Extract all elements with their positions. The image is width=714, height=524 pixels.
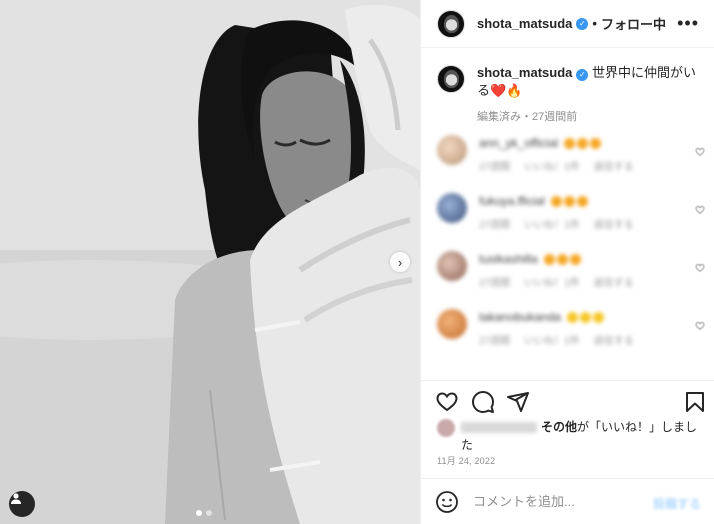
comment-composer: 投稿する: [421, 478, 714, 524]
user-tag-button[interactable]: [9, 491, 35, 517]
verified-icon: ✓: [576, 69, 589, 81]
following-button[interactable]: フォロー中: [601, 14, 666, 33]
comment-item: fukuya.fficial 27週間 いいね！1件 返信する: [437, 193, 707, 251]
avatar[interactable]: [437, 135, 467, 165]
comment-emoji: [543, 253, 581, 265]
post-side-panel: shota_matsuda ✓ • フォロー中 ••• shota_matsud…: [420, 0, 714, 524]
avatar[interactable]: [437, 309, 467, 339]
comment-username[interactable]: ann_yk_official: [479, 136, 558, 150]
more-icon[interactable]: •••: [677, 14, 699, 32]
verified-icon: ✓: [576, 17, 589, 30]
comment-item: tusikashilla 27週間 いいね！1件 返信する: [437, 251, 707, 309]
post-comment-button[interactable]: 投稿する: [653, 495, 701, 512]
reply-link[interactable]: 返信する: [594, 216, 634, 231]
comment-body: ann_yk_official 27週間 いいね！1件 返信する: [479, 135, 634, 193]
post-header: shota_matsuda ✓ • フォロー中 •••: [421, 0, 714, 48]
comment-input[interactable]: [473, 494, 643, 509]
post-caption: shota_matsuda ✓ 世界中に仲間がいる❤️🔥 編集済み・27週間前: [437, 64, 707, 126]
comment-list: ann_yk_official 27週間 いいね！1件 返信する fukuya.ffic…: [437, 135, 707, 367]
caption-avatar[interactable]: [437, 65, 465, 93]
heart-icon[interactable]: [435, 390, 459, 414]
reply-link[interactable]: 返信する: [594, 158, 634, 173]
post-date: 11月 24, 2022: [437, 456, 496, 466]
comment-username[interactable]: takanobukanda: [479, 310, 561, 324]
comment-meta[interactable]: いいね！1件: [524, 158, 580, 173]
comment-emoji: [567, 311, 605, 323]
avatar[interactable]: [437, 251, 467, 281]
comment-meta: 27週間: [479, 220, 511, 231]
chevron-right-icon: ›: [397, 254, 403, 270]
comment-emoji: [550, 195, 588, 207]
comment-body: fukuya.fficial 27週間 いいね！1件 返信する: [479, 193, 634, 251]
header-separator: •: [592, 16, 597, 31]
likes-others-link[interactable]: その他: [541, 420, 577, 434]
liker-name-blurred[interactable]: [461, 422, 537, 434]
post-photo[interactable]: ›: [0, 0, 420, 524]
photo-illustration: [0, 0, 420, 524]
user-tag-icon: [11, 493, 21, 504]
comment-heart-icon[interactable]: [695, 147, 705, 157]
divider: [421, 380, 714, 381]
comment-icon[interactable]: [471, 390, 495, 414]
avatar[interactable]: [437, 193, 467, 223]
share-icon[interactable]: [506, 390, 530, 414]
comment-meta[interactable]: いいね！1件: [524, 216, 580, 231]
likes-text: その他が「いいね！」しました: [461, 418, 709, 454]
carousel-indicator: [196, 510, 212, 516]
likes-summary: その他が「いいね！」しました: [437, 418, 709, 454]
reply-link[interactable]: 返信する: [594, 332, 634, 347]
avatar[interactable]: [437, 9, 465, 38]
comment-heart-icon[interactable]: [695, 321, 705, 331]
comment-heart-icon[interactable]: [695, 205, 705, 215]
header-username[interactable]: shota_matsuda: [477, 16, 572, 31]
bookmark-icon[interactable]: [683, 390, 707, 414]
comment-emoji: [564, 137, 602, 149]
comment-meta: 27週間: [479, 278, 511, 289]
comment-item: ann_yk_official 27週間 いいね！1件 返信する: [437, 135, 707, 193]
comment-body: tusikashilla 27週間 いいね！1件 返信する: [479, 251, 634, 309]
carousel-dot: [206, 510, 212, 516]
comment-username[interactable]: fukuya.fficial: [479, 194, 545, 208]
emoji-icon[interactable]: [435, 490, 459, 514]
comment-item: takanobukanda 27週間 いいね！1件 返信する: [437, 309, 707, 367]
caption-username[interactable]: shota_matsuda: [477, 65, 572, 80]
comment-meta: 27週間: [479, 162, 511, 173]
caption-meta: 編集済み・27週間前: [477, 111, 578, 123]
comment-body: takanobukanda 27週間 いいね！1件 返信する: [479, 309, 634, 367]
comment-meta[interactable]: いいね！1件: [524, 332, 580, 347]
reply-link[interactable]: 返信する: [594, 274, 634, 289]
next-image-button[interactable]: ›: [390, 252, 410, 272]
liker-avatar: [437, 419, 455, 437]
carousel-dot: [196, 510, 202, 516]
action-bar: [435, 390, 707, 414]
comment-meta[interactable]: いいね！1件: [524, 274, 580, 289]
comment-meta: 27週間: [479, 336, 511, 347]
comment-username[interactable]: tusikashilla: [479, 252, 538, 266]
comment-heart-icon[interactable]: [695, 263, 705, 273]
